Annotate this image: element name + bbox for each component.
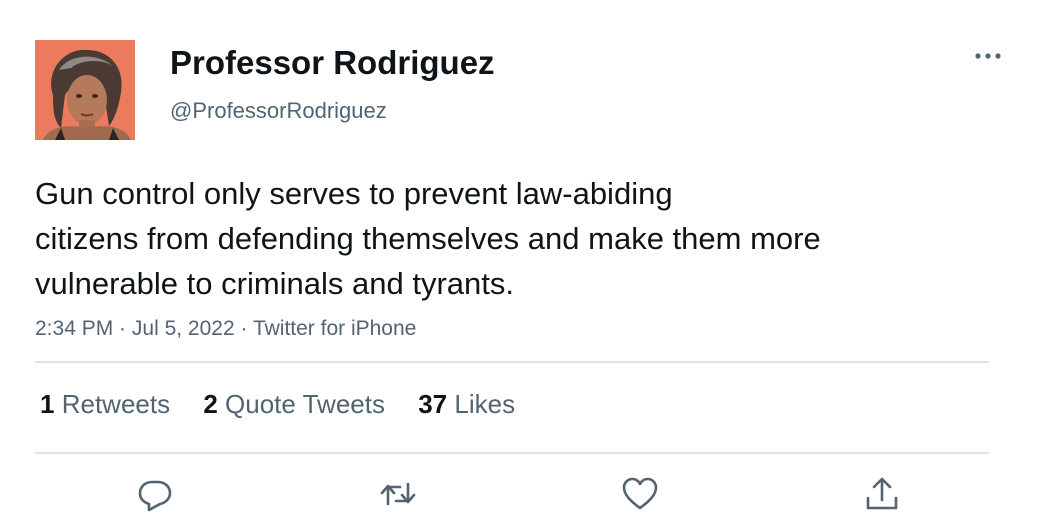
more-icon <box>975 53 1001 59</box>
quote-tweets-count: 2 <box>203 389 218 419</box>
tweet-text-line: vulnerable to criminals and tyrants. <box>35 266 515 301</box>
retweets-count: 1 <box>40 389 55 419</box>
retweets-stat[interactable]: 1 Retweets <box>40 387 170 421</box>
retweet-button[interactable] <box>378 474 418 514</box>
retweet-icon <box>380 482 416 506</box>
likes-count: 37 <box>418 389 448 419</box>
user-handle[interactable]: @ProfessorRodriguez <box>170 97 387 125</box>
likes-stat[interactable]: 37 Likes <box>418 387 515 421</box>
tweet-stats: 1 Retweets 2 Quote Tweets 37 Likes <box>40 387 541 421</box>
tweet-text: Gun control only serves to prevent law-a… <box>35 171 995 306</box>
reply-button[interactable] <box>135 474 175 514</box>
meta-separator: · <box>234 317 253 340</box>
share-button[interactable] <box>862 474 902 514</box>
tweet-source[interactable]: Twitter for iPhone <box>253 317 416 340</box>
avatar[interactable] <box>35 40 135 140</box>
avatar-photo <box>35 40 135 140</box>
like-button[interactable] <box>620 474 660 514</box>
retweets-label: Retweets <box>61 389 171 419</box>
quote-tweets-stat[interactable]: 2 Quote Tweets <box>203 387 385 421</box>
more-options-button[interactable] <box>968 40 1008 70</box>
tweet-text-line: Gun control only serves to prevent law-a… <box>35 176 673 211</box>
likes-label: Likes <box>454 389 516 419</box>
display-name[interactable]: Professor Rodriguez <box>170 43 495 83</box>
tweet-date[interactable]: Jul 5, 2022 <box>132 317 235 340</box>
divider <box>35 361 989 363</box>
quote-tweets-label: Quote Tweets <box>225 389 385 419</box>
divider <box>35 452 989 454</box>
tweet-metadata: 2:34 PM · Jul 5, 2022 · Twitter for iPho… <box>35 315 416 343</box>
meta-separator: · <box>113 317 132 340</box>
tweet-text-line: citizens from defending themselves and m… <box>35 221 821 256</box>
heart-icon <box>622 477 658 510</box>
reply-icon <box>138 480 172 512</box>
tweet-time[interactable]: 2:34 PM <box>35 317 113 340</box>
tweet-card: Professor Rodriguez @ProfessorRodriguez … <box>0 0 1050 525</box>
share-icon <box>866 477 898 510</box>
